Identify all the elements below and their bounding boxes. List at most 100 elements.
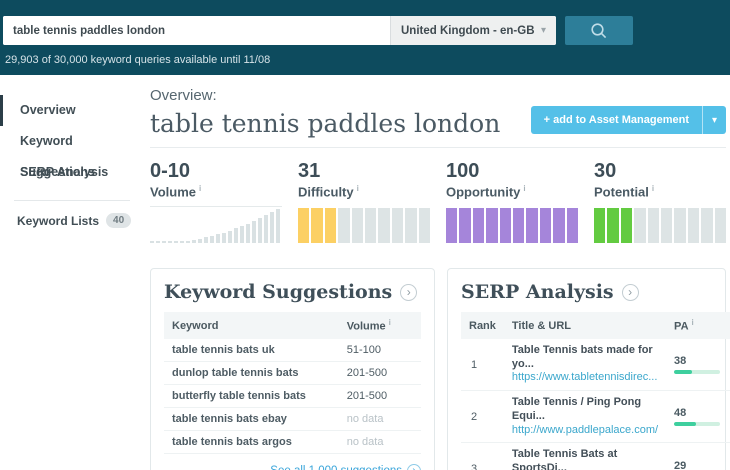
- serp-result-url[interactable]: http://www.paddlepalace.com/: [512, 424, 658, 438]
- search-row: United Kingdom - en-GB ▾: [3, 16, 730, 45]
- page-title: table tennis paddles london: [150, 109, 500, 138]
- serp-result-url[interactable]: https://www.tabletennisdirec...: [512, 371, 658, 385]
- volume-ramp-bar: [180, 241, 184, 243]
- gauge-segment: [540, 208, 551, 243]
- info-icon[interactable]: i: [357, 184, 359, 193]
- serp-rank: 1: [461, 339, 504, 391]
- suggestion-row[interactable]: butterfly table tennis bats 201-500: [164, 384, 421, 407]
- sidebar-item-overview[interactable]: Overview: [0, 95, 142, 126]
- gauge-segment: [553, 208, 564, 243]
- search-button[interactable]: [565, 16, 633, 45]
- gauge-segment: [648, 208, 659, 243]
- info-icon[interactable]: i: [389, 318, 391, 327]
- info-icon[interactable]: i: [523, 184, 525, 193]
- suggestions-header-row: Keyword Volumei: [164, 312, 421, 339]
- metric-difficulty: 31 Difficultyi: [298, 160, 430, 243]
- gauge-segment: [567, 208, 578, 243]
- info-icon[interactable]: i: [199, 184, 201, 193]
- volume-ramp-bar: [246, 224, 250, 243]
- volume-ramp-bar: [240, 226, 244, 243]
- volume-ramp-bar: [162, 241, 166, 243]
- gauge-segment: [338, 208, 349, 243]
- volume-ramp-bar: [234, 228, 238, 243]
- serp-analysis-card: SERP Analysis › Rank Title & URL PAi DAi: [447, 268, 726, 470]
- serp-result-row: 3 Table Tennis Bats at SportsDi... http:…: [461, 443, 730, 470]
- suggestion-row[interactable]: table tennis bats argos no data: [164, 430, 421, 453]
- suggestion-volume: 51-100: [339, 339, 421, 362]
- chevron-right-circle-icon[interactable]: ›: [400, 284, 417, 301]
- pa-score: 38: [674, 355, 686, 367]
- volume-ramp-bar: [168, 241, 172, 243]
- gauge-segment: [473, 208, 484, 243]
- info-icon[interactable]: i: [652, 184, 654, 193]
- header-divider: [150, 147, 726, 148]
- suggestion-row[interactable]: dunlop table tennis bats 201-500: [164, 361, 421, 384]
- suggestion-keyword: table tennis bats uk: [164, 339, 339, 362]
- serp-result-row: 1 Table Tennis bats made for yo... https…: [461, 339, 730, 391]
- volume-label-text: Volume: [150, 184, 196, 199]
- volume-ramp-bar: [270, 212, 274, 243]
- gauge-segment: [311, 208, 322, 243]
- sidebar: Overview Keyword Suggestions SERP Analys…: [0, 75, 142, 470]
- sidebar-item-keyword-suggestions[interactable]: Keyword Suggestions: [0, 126, 142, 157]
- metrics-row: 0-10 Volumei 31 Difficultyi 100: [150, 160, 726, 243]
- gauge-segment: [594, 208, 605, 243]
- volume-label: Volumei: [150, 184, 282, 199]
- serp-card-title: SERP Analysis: [461, 281, 614, 303]
- suggestions-table: Keyword Volumei table tennis bats uk 51-…: [164, 312, 421, 454]
- volume-ramp-bar: [264, 215, 268, 243]
- suggestions-card-title: Keyword Suggestions: [164, 281, 392, 303]
- locale-selector[interactable]: United Kingdom - en-GB ▾: [390, 16, 556, 45]
- chevron-right-circle-icon[interactable]: ›: [622, 284, 639, 301]
- top-header: United Kingdom - en-GB ▾ 29,903 of 30,00…: [0, 0, 730, 75]
- gauge-segment: [661, 208, 672, 243]
- sidebar-item-serp-analysis[interactable]: SERP Analysis: [0, 157, 142, 188]
- sidebar-item-keyword-lists[interactable]: Keyword Lists 40: [0, 213, 142, 228]
- gauge-segment: [419, 208, 430, 243]
- volume-ramp-bar: [150, 241, 154, 243]
- difficulty-label-text: Difficulty: [298, 184, 354, 199]
- overview-eyebrow: Overview:: [150, 87, 726, 104]
- pa-column-header: PA i: [666, 312, 728, 339]
- gauge-segment: [607, 208, 618, 243]
- info-icon[interactable]: i: [692, 318, 694, 327]
- gauge-segment: [459, 208, 470, 243]
- volume-ramp-bar: [228, 231, 232, 243]
- add-options-dropdown-button[interactable]: ▾: [702, 106, 726, 134]
- gauge-segment: [715, 208, 726, 243]
- gauge-segment: [621, 208, 632, 243]
- keyword-lists-label: Keyword Lists: [17, 214, 99, 228]
- volume-column-header: Volumei: [339, 312, 421, 339]
- chevron-right-circle-icon: ›: [407, 464, 421, 470]
- rank-column-header: Rank: [461, 312, 504, 339]
- metric-volume: 0-10 Volumei: [150, 160, 282, 243]
- potential-label: Potentiali: [594, 184, 726, 199]
- suggestion-row[interactable]: table tennis bats ebay no data: [164, 407, 421, 430]
- metric-potential: 30 Potentiali: [594, 160, 726, 243]
- gauge-segment: [674, 208, 685, 243]
- serp-pa-cell: 29: [666, 443, 728, 470]
- suggestion-row[interactable]: table tennis bats uk 51-100: [164, 339, 421, 362]
- volume-ramp-bar: [276, 209, 280, 243]
- opportunity-label: Opportunityi: [446, 184, 578, 199]
- suggestion-volume: no data: [339, 407, 421, 430]
- volume-header-text: Volume: [347, 321, 386, 333]
- pa-score-bar: [674, 422, 720, 426]
- serp-pa-cell: 38: [666, 339, 728, 391]
- add-to-asset-management-group: + add to Asset Management ▾: [531, 106, 726, 134]
- serp-header-row: Rank Title & URL PAi DAi: [461, 312, 730, 339]
- keyword-search-input[interactable]: [3, 16, 390, 45]
- suggestion-keyword: table tennis bats argos: [164, 430, 339, 453]
- serp-result-title: Table Tennis Bats at SportsDi...: [512, 448, 658, 470]
- serp-result-title: Table Tennis bats made for yo...: [512, 344, 658, 372]
- potential-gauge: [594, 208, 726, 243]
- opportunity-gauge: [446, 208, 578, 243]
- keyword-column-header: Keyword: [164, 312, 339, 339]
- gauge-segment: [446, 208, 457, 243]
- see-all-suggestions-link[interactable]: See all 1,000 suggestions ›: [270, 464, 421, 470]
- serp-result-title: Table Tennis / Ping Pong Equi...: [512, 396, 658, 424]
- add-to-asset-management-button[interactable]: + add to Asset Management: [531, 106, 702, 134]
- pa-header-text: PA: [674, 321, 688, 333]
- gauge-segment: [325, 208, 336, 243]
- gauge-segment: [688, 208, 699, 243]
